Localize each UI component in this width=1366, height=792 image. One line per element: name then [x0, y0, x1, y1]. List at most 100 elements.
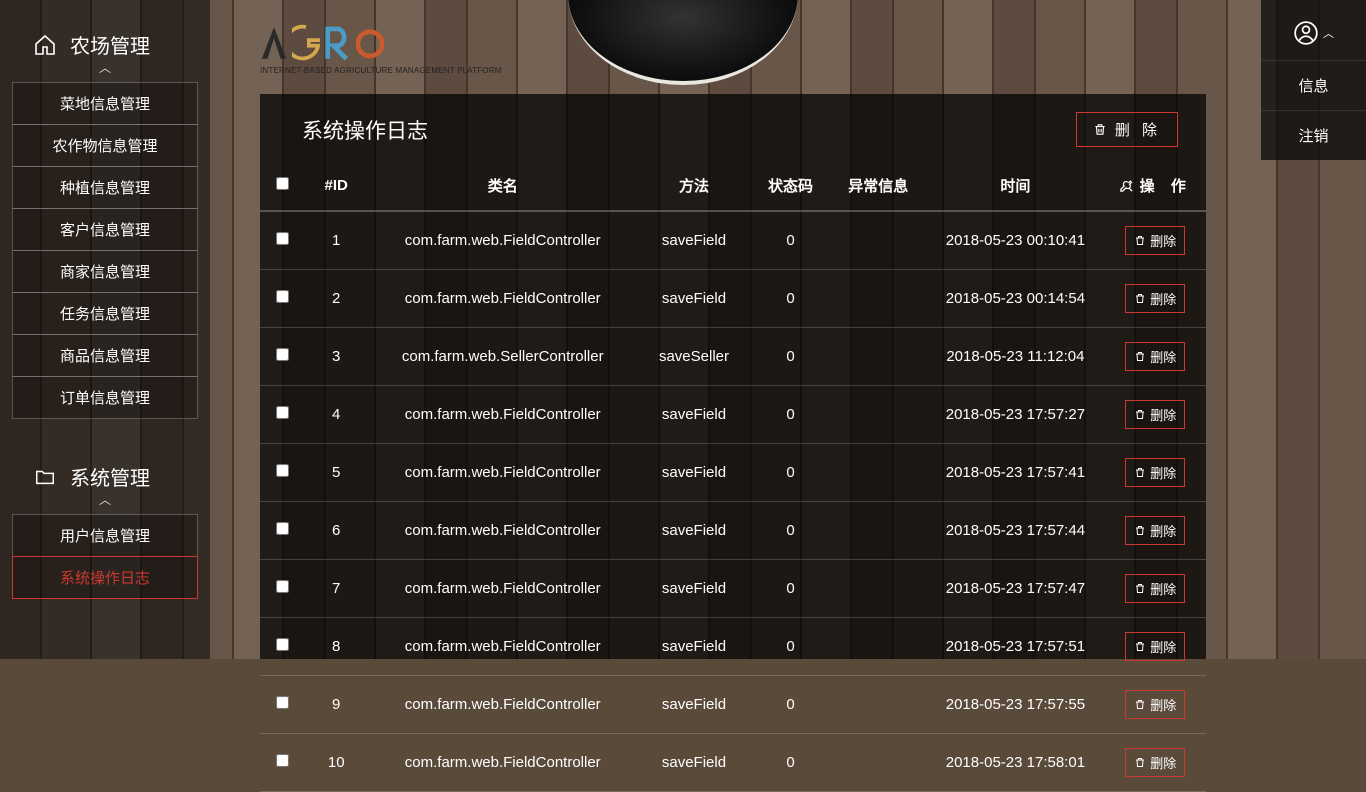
trash-icon: [1134, 234, 1146, 247]
user-menu: ︿ 信息 注销: [1261, 0, 1366, 160]
col-time: 时间: [926, 165, 1104, 211]
table-row: 2com.farm.web.FieldControllersaveField02…: [260, 270, 1206, 328]
col-class: 类名: [368, 165, 637, 211]
row-checkbox[interactable]: [276, 406, 289, 419]
select-all-checkbox[interactable]: [276, 177, 289, 190]
cell-status: 0: [751, 618, 830, 676]
cell-status: 0: [751, 386, 830, 444]
cell-exception: [830, 502, 926, 560]
row-checkbox[interactable]: [276, 348, 289, 361]
button-label: 删除: [1150, 637, 1176, 656]
table-row: 4com.farm.web.FieldControllersaveField02…: [260, 386, 1206, 444]
row-delete-button[interactable]: 删除: [1125, 226, 1185, 255]
row-delete-button[interactable]: 删除: [1125, 400, 1185, 429]
row-checkbox[interactable]: [276, 696, 289, 709]
delete-selected-button[interactable]: 删 除: [1076, 112, 1178, 147]
table-row: 3com.farm.web.SellerControllersaveSeller…: [260, 328, 1206, 386]
col-method: 方法: [637, 165, 751, 211]
cell-id: 10: [304, 734, 368, 792]
panel-title: 系统操作日志: [302, 115, 428, 145]
cell-exception: [830, 560, 926, 618]
sidebar-section-title: 系统管理: [70, 462, 150, 491]
sidebar-item-order[interactable]: 订单信息管理: [12, 376, 198, 419]
sidebar-item-crop-info[interactable]: 农作物信息管理: [12, 124, 198, 167]
sidebar-item-customer[interactable]: 客户信息管理: [12, 208, 198, 251]
cell-method: saveField: [637, 386, 751, 444]
table-row: 10com.farm.web.FieldControllersaveField0…: [260, 734, 1206, 792]
trash-icon: [1134, 408, 1146, 421]
sidebar-item-label: 系统操作日志: [60, 570, 150, 587]
cell-method: saveField: [637, 676, 751, 734]
cell-time: 2018-05-23 00:14:54: [926, 270, 1104, 328]
sidebar-item-seller[interactable]: 商家信息管理: [12, 250, 198, 293]
row-checkbox[interactable]: [276, 464, 289, 477]
trash-icon: [1134, 292, 1146, 305]
row-checkbox[interactable]: [276, 638, 289, 651]
cell-time: 2018-05-23 17:57:47: [926, 560, 1104, 618]
trash-icon: [1134, 698, 1146, 711]
sidebar-item-label: 农作物信息管理: [52, 138, 157, 155]
user-menu-info[interactable]: 信息: [1261, 60, 1366, 110]
sidebar-section-farm[interactable]: 农场管理: [12, 22, 198, 63]
decorative-lamp: [553, 0, 813, 100]
cell-id: 1: [304, 211, 368, 270]
cell-method: saveField: [637, 734, 751, 792]
trash-icon: [1134, 466, 1146, 479]
sidebar-item-label: 订单信息管理: [60, 390, 150, 407]
row-checkbox[interactable]: [276, 290, 289, 303]
sidebar-item-task[interactable]: 任务信息管理: [12, 292, 198, 335]
trash-icon: [1134, 350, 1146, 363]
col-status: 状态码: [751, 165, 830, 211]
row-checkbox[interactable]: [276, 522, 289, 535]
sidebar-item-user-info[interactable]: 用户信息管理: [12, 514, 198, 557]
user-icon: [1293, 20, 1319, 46]
col-exception: 异常信息: [830, 165, 926, 211]
row-delete-button[interactable]: 删除: [1125, 516, 1185, 545]
tools-icon: [1119, 178, 1134, 193]
cell-exception: [830, 618, 926, 676]
trash-icon: [1134, 756, 1146, 769]
sidebar: 农场管理 ︿ 菜地信息管理 农作物信息管理 种植信息管理 客户信息管理 商家信息…: [0, 0, 210, 659]
row-delete-button[interactable]: 删除: [1125, 458, 1185, 487]
logo-subtitle: INTERNET-BASED AGRICULTURE MANAGEMENT PL…: [260, 66, 502, 75]
user-menu-logout[interactable]: 注销: [1261, 110, 1366, 160]
button-label: 删除: [1150, 405, 1176, 424]
button-label: 删 除: [1115, 119, 1161, 140]
folder-icon: [32, 466, 58, 488]
row-checkbox[interactable]: [276, 232, 289, 245]
row-delete-button[interactable]: 删除: [1125, 632, 1185, 661]
sidebar-item-planting[interactable]: 种植信息管理: [12, 166, 198, 209]
sidebar-section-system[interactable]: 系统管理: [12, 454, 198, 495]
button-label: 删除: [1150, 231, 1176, 250]
sidebar-item-label: 客户信息管理: [60, 222, 150, 239]
cell-exception: [830, 386, 926, 444]
table-row: 7com.farm.web.FieldControllersaveField02…: [260, 560, 1206, 618]
sidebar-item-label: 商家信息管理: [60, 264, 150, 281]
cell-time: 2018-05-23 17:57:55: [926, 676, 1104, 734]
cell-class: com.farm.web.FieldController: [368, 211, 637, 270]
sidebar-item-field-info[interactable]: 菜地信息管理: [12, 82, 198, 125]
row-checkbox[interactable]: [276, 580, 289, 593]
cell-method: saveField: [637, 560, 751, 618]
row-delete-button[interactable]: 删除: [1125, 690, 1185, 719]
button-label: 删除: [1150, 463, 1176, 482]
row-delete-button[interactable]: 删除: [1125, 342, 1185, 371]
cell-id: 3: [304, 328, 368, 386]
trash-icon: [1134, 524, 1146, 537]
cell-class: com.farm.web.FieldController: [368, 618, 637, 676]
col-op: 操 作: [1105, 165, 1206, 211]
cell-method: saveField: [637, 444, 751, 502]
cell-method: saveField: [637, 502, 751, 560]
cell-exception: [830, 734, 926, 792]
row-checkbox[interactable]: [276, 754, 289, 767]
trash-icon: [1134, 640, 1146, 653]
button-label: 删除: [1150, 695, 1176, 714]
row-delete-button[interactable]: 删除: [1125, 748, 1185, 777]
user-menu-toggle[interactable]: ︿: [1261, 10, 1366, 60]
sidebar-item-product[interactable]: 商品信息管理: [12, 334, 198, 377]
sidebar-item-system-log[interactable]: 系统操作日志: [12, 556, 198, 599]
chevron-up-icon: ︿: [12, 491, 198, 508]
row-delete-button[interactable]: 删除: [1125, 284, 1185, 313]
button-label: 删除: [1150, 753, 1176, 772]
row-delete-button[interactable]: 删除: [1125, 574, 1185, 603]
